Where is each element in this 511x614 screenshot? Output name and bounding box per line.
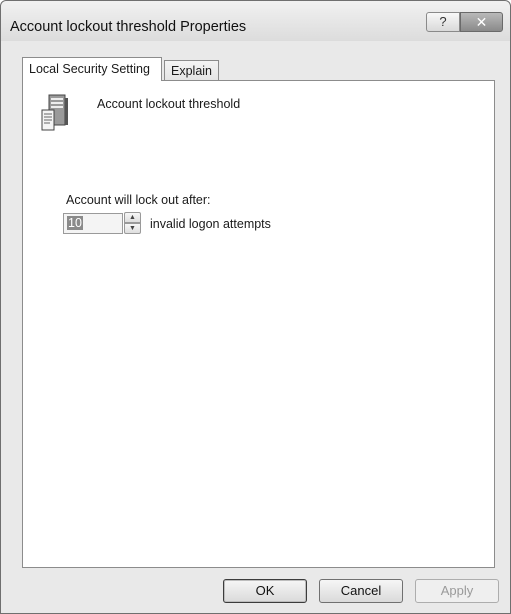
properties-dialog: Account lockout threshold Properties ? ✕… (0, 0, 511, 614)
spin-up-button[interactable]: ▲ (124, 212, 141, 223)
setting-name: Account lockout threshold (97, 97, 241, 111)
lockout-threshold-input[interactable]: 10 (63, 213, 123, 234)
tab-explain[interactable]: Explain (164, 60, 219, 81)
lockout-threshold-value: 10 (67, 216, 83, 230)
server-icon (40, 94, 70, 134)
close-button[interactable]: ✕ (460, 12, 503, 32)
help-button[interactable]: ? (426, 12, 460, 32)
tab-panel: Account lockout threshold Account will l… (22, 80, 495, 568)
ok-button[interactable]: OK (223, 579, 307, 603)
lockout-label: Account will lock out after: (66, 193, 211, 207)
lockout-suffix: invalid logon attempts (150, 217, 271, 231)
apply-button[interactable]: Apply (415, 579, 499, 603)
title-bar[interactable]: Account lockout threshold Properties ? ✕ (1, 1, 510, 41)
spin-down-button[interactable]: ▼ (124, 223, 141, 234)
tab-local-security-setting[interactable]: Local Security Setting (22, 57, 162, 81)
cancel-button[interactable]: Cancel (319, 579, 403, 603)
window-title: Account lockout threshold Properties (10, 19, 247, 35)
